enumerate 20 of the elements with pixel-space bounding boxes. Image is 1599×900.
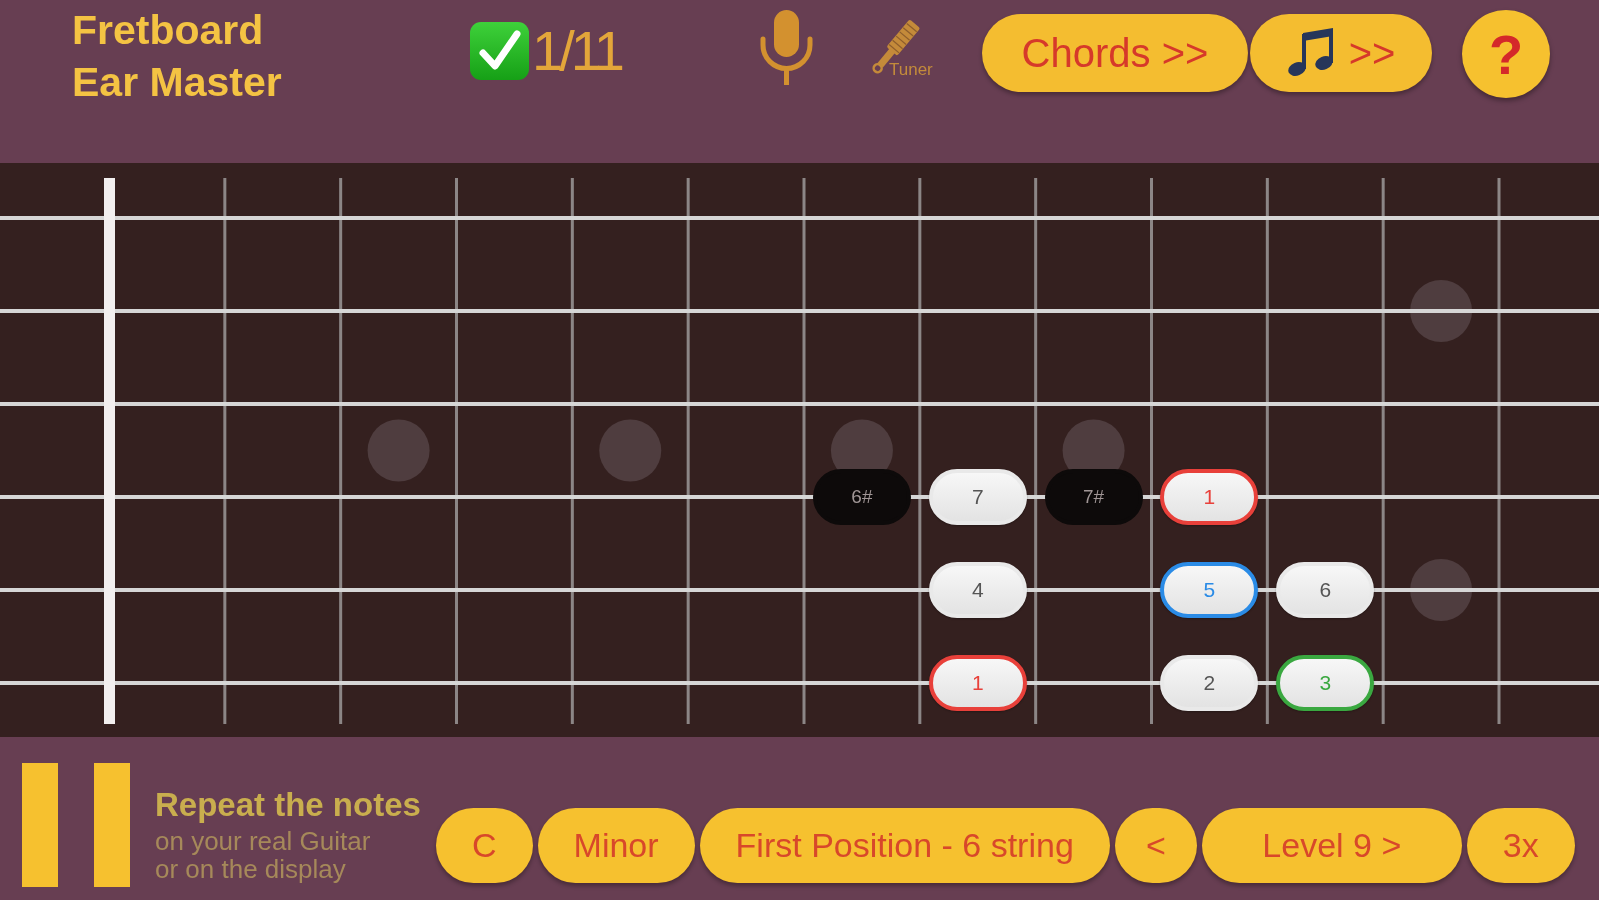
inlay-dot-icon bbox=[599, 419, 662, 482]
inlay-dot-icon bbox=[1410, 280, 1473, 342]
score-text: 1/11 bbox=[532, 22, 621, 80]
option-button[interactable]: 3x bbox=[1466, 808, 1575, 883]
option-button[interactable]: First Position - 6 string bbox=[699, 808, 1110, 883]
option-button[interactable]: C bbox=[436, 808, 533, 883]
help-button[interactable]: ? bbox=[1462, 10, 1550, 98]
app-title: Fretboard Ear Master bbox=[72, 6, 283, 107]
instruction-heading: Repeat the notes bbox=[155, 787, 422, 823]
checkmark-icon bbox=[470, 22, 529, 80]
chords-button[interactable]: Chords >> bbox=[982, 14, 1248, 92]
instruction-detail: on your real Guitar or on the display bbox=[155, 827, 372, 883]
option-button[interactable]: Minor bbox=[537, 808, 695, 883]
inlay-dot-icon bbox=[1410, 559, 1473, 621]
pause-icon[interactable] bbox=[22, 763, 130, 887]
previous-button[interactable]: < bbox=[1114, 808, 1197, 883]
tuner-button[interactable]: Tuner bbox=[862, 15, 948, 81]
music-notes-button[interactable]: >> bbox=[1250, 14, 1432, 92]
level-button[interactable]: Level 9 > bbox=[1201, 808, 1462, 883]
inlay-dot-icon bbox=[367, 419, 430, 482]
